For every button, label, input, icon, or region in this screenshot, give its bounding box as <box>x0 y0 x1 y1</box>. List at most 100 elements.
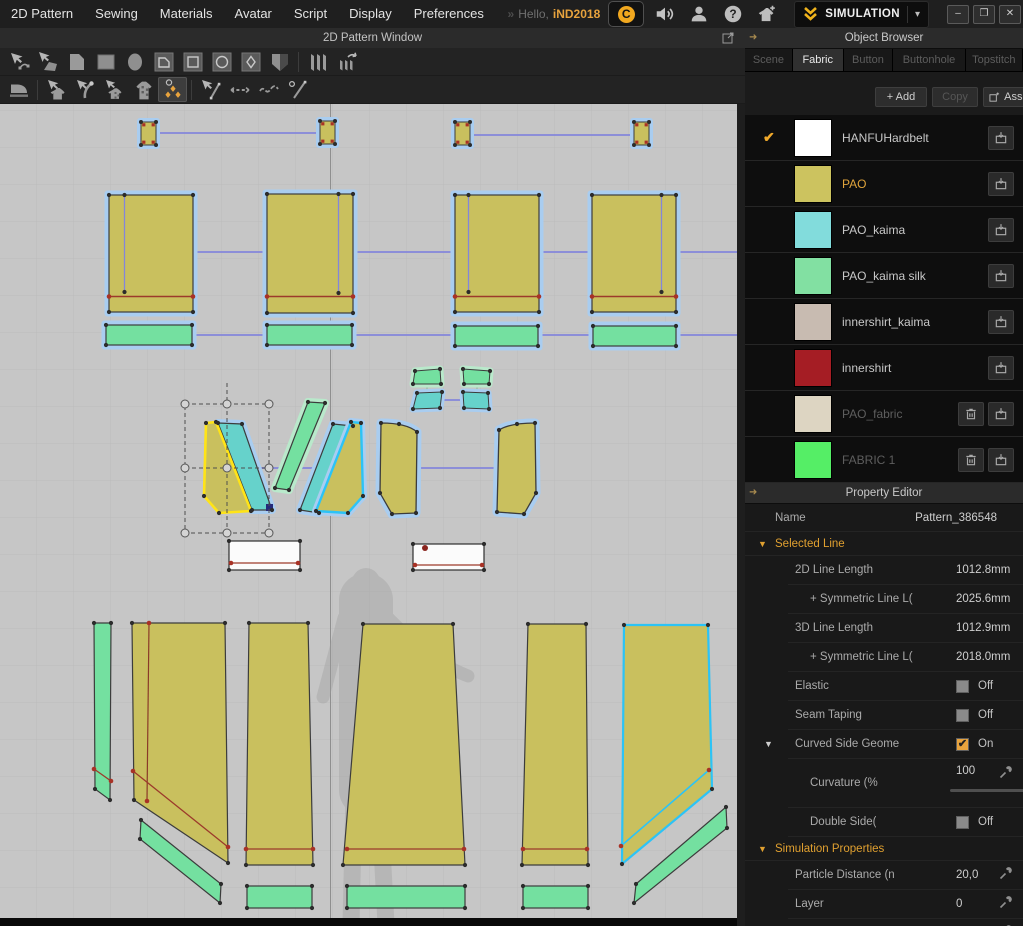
fabric-swatch[interactable] <box>795 120 831 156</box>
wrench-icon[interactable] <box>998 866 1013 884</box>
pattern-piece-skirt[interactable] <box>245 622 314 866</box>
internal-rectangle-icon[interactable] <box>178 49 207 74</box>
name-value[interactable]: Pattern_386548 <box>915 512 997 524</box>
flatten-iron-icon[interactable] <box>4 77 33 102</box>
pattern-piece-beltloop[interactable] <box>136 117 161 150</box>
object-browser-header[interactable]: ➜ Object Browser <box>745 28 1023 49</box>
fabric-swatch[interactable] <box>795 396 831 432</box>
pattern-piece-waistband[interactable] <box>588 321 681 351</box>
triangle-down-icon[interactable]: ▼ <box>758 539 767 549</box>
menu-sewing[interactable]: Sewing <box>84 0 149 28</box>
pattern-window-titlebar[interactable]: 2D Pattern Window <box>0 28 745 49</box>
pleats-icon[interactable] <box>303 49 332 74</box>
tab-topstitch[interactable]: Topstitch <box>965 49 1023 71</box>
pattern-piece-collar[interactable] <box>375 418 422 519</box>
wrench-icon[interactable] <box>998 765 1013 783</box>
delete-fabric-icon[interactable] <box>958 402 984 426</box>
pattern-piece-skirt[interactable] <box>93 622 112 802</box>
pattern-piece-beltloop[interactable] <box>629 117 654 150</box>
panel-arrow-icon[interactable]: ➜ <box>749 32 757 43</box>
internal-polygon-icon[interactable] <box>149 49 178 74</box>
pattern-piece-white-band[interactable] <box>228 540 301 571</box>
fabric-swatch[interactable] <box>795 304 831 340</box>
create-polygon-icon[interactable] <box>62 49 91 74</box>
fabric-row[interactable]: PAO <box>745 161 1023 207</box>
pattern-3d-icon[interactable] <box>129 77 158 102</box>
fabric-swatch[interactable] <box>795 350 831 386</box>
fabric-swatch[interactable] <box>795 258 831 294</box>
property-value[interactable]: 20,0 <box>956 869 978 881</box>
save-fabric-icon[interactable] <box>988 448 1014 472</box>
fabric-swatch[interactable] <box>795 166 831 202</box>
pattern-piece-waistband[interactable] <box>262 320 357 350</box>
create-ellipse-icon[interactable] <box>120 49 149 74</box>
tab-fabric[interactable]: Fabric <box>792 49 844 71</box>
tab-scene[interactable]: Scene <box>745 49 793 71</box>
account-icon[interactable] <box>686 2 712 26</box>
clo-logo-icon[interactable]: C <box>608 1 645 27</box>
new-garment-icon[interactable] <box>754 2 780 26</box>
simulation-button[interactable]: SIMULATION ▾ <box>794 0 929 28</box>
save-fabric-icon[interactable] <box>988 356 1014 380</box>
save-fabric-icon[interactable] <box>988 264 1014 288</box>
pattern-canvas[interactable] <box>0 104 737 918</box>
save-fabric-icon[interactable] <box>988 402 1014 426</box>
pattern-piece-beltloop[interactable] <box>315 116 340 149</box>
menu-script[interactable]: Script <box>283 0 338 28</box>
triangle-down-icon[interactable]: ▼ <box>764 739 773 749</box>
seam-taping-checkbox[interactable] <box>956 708 969 722</box>
select-pattern-3d-icon[interactable] <box>100 77 129 102</box>
fabric-row[interactable]: PAO_fabric <box>745 391 1023 437</box>
detach-sewing-icon[interactable] <box>283 77 312 102</box>
speaker-icon[interactable] <box>652 2 678 26</box>
menu-avatar[interactable]: Avatar <box>224 0 283 28</box>
pattern-piece-skirt[interactable] <box>522 885 589 909</box>
fabric-row[interactable]: ✔ HANFUHardbelt <box>745 115 1023 161</box>
curvature-slider[interactable] <box>950 789 1023 792</box>
panel-arrow-icon[interactable]: ➜ <box>749 487 757 498</box>
pattern-piece-collar[interactable] <box>492 418 541 519</box>
fabric-row[interactable]: PAO_kaima silk <box>745 253 1023 299</box>
pattern-piece-bodice[interactable] <box>104 190 198 317</box>
save-fabric-icon[interactable] <box>988 218 1014 242</box>
curvature-value[interactable]: 100 <box>956 765 975 777</box>
pattern-piece-skirt[interactable] <box>342 623 466 866</box>
pattern-piece-bodice[interactable] <box>587 190 681 317</box>
close-button[interactable]: ✕ <box>999 4 1021 24</box>
pleats-arrow-icon[interactable] <box>332 49 361 74</box>
double-sided-checkbox[interactable] <box>956 815 969 829</box>
internal-circle-icon[interactable] <box>207 49 236 74</box>
menu-display[interactable]: Display <box>338 0 403 28</box>
create-rectangle-icon[interactable] <box>91 49 120 74</box>
curved-side-checkbox[interactable]: ✔ <box>956 737 969 751</box>
edit-sewing-icon[interactable] <box>196 77 225 102</box>
pattern-piece-waistband[interactable] <box>450 321 543 351</box>
elastic-checkbox[interactable] <box>956 679 969 693</box>
delete-fabric-icon[interactable] <box>958 448 984 472</box>
help-icon[interactable]: ? <box>720 2 746 26</box>
pattern-canvas-svg[interactable] <box>0 104 737 918</box>
fabric-row[interactable]: PAO_kaima <box>745 207 1023 253</box>
copy-fabric-button[interactable]: Copy <box>932 87 978 107</box>
username-label[interactable]: iND2018 <box>553 7 600 21</box>
pattern-piece-skirt[interactable] <box>246 885 313 909</box>
create-dart-icon[interactable] <box>236 49 265 74</box>
free-sewing-icon[interactable] <box>254 77 283 102</box>
fabric-swatch[interactable] <box>795 442 831 478</box>
fabric-row[interactable]: FABRIC 1 <box>745 437 1023 483</box>
seam-allowance-icon[interactable] <box>265 49 294 74</box>
tab-button[interactable]: Button <box>843 49 894 71</box>
add-fabric-button[interactable]: + Add <box>875 87 927 107</box>
edit-sewing-pin-icon[interactable] <box>71 77 100 102</box>
pattern-piece-bodice[interactable] <box>450 190 544 317</box>
edit-pattern-icon[interactable] <box>4 49 33 74</box>
fabric-swatch[interactable] <box>795 212 831 248</box>
menu-materials[interactable]: Materials <box>149 0 224 28</box>
pop-out-icon[interactable] <box>722 31 735 47</box>
select-garment-icon[interactable] <box>42 77 71 102</box>
save-fabric-icon[interactable] <box>988 310 1014 334</box>
chevron-down-icon[interactable]: ▾ <box>915 9 920 20</box>
property-editor-header[interactable]: ➜ Property Editor <box>745 483 1023 504</box>
pattern-piece-waistband[interactable] <box>101 320 197 350</box>
save-fabric-icon[interactable] <box>988 126 1014 150</box>
